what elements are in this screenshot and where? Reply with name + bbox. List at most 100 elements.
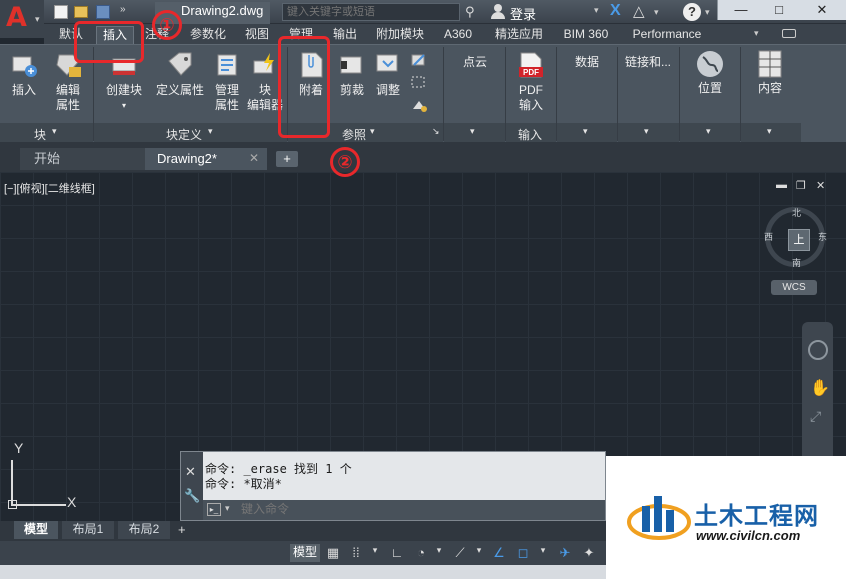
compass-north[interactable]: 北 bbox=[792, 206, 801, 219]
chevron-down-icon: ▾ bbox=[35, 14, 40, 24]
tab-a360[interactable]: A360 bbox=[438, 26, 478, 44]
viewcube[interactable]: 上 北 南 东 西 bbox=[764, 206, 827, 269]
pdf-import-button[interactable]: PDF PDF 输入 bbox=[510, 51, 552, 113]
new-tab-button[interactable]: + bbox=[276, 151, 298, 167]
chevron-down-icon[interactable]: ▾ bbox=[225, 503, 230, 514]
chevron-down-icon[interactable]: ▾ bbox=[538, 545, 548, 561]
minimize-button[interactable]: — bbox=[726, 0, 756, 20]
point-cloud-panel-button[interactable]: 点云 bbox=[455, 55, 495, 70]
link-extract-panel-button[interactable]: 链接和... bbox=[620, 55, 676, 70]
command-input[interactable] bbox=[241, 502, 541, 516]
snap-icon[interactable]: ⁞⁞ bbox=[346, 545, 366, 561]
annotation-scale-icon[interactable]: ✈ bbox=[556, 545, 574, 561]
login-link[interactable]: 登录 bbox=[510, 4, 536, 23]
content-button[interactable]: 内容 bbox=[750, 49, 790, 96]
adjust-button[interactable]: 调整 bbox=[370, 51, 406, 98]
clip-button[interactable]: 剪裁 bbox=[334, 51, 370, 98]
tab-model[interactable]: 模型 bbox=[14, 521, 58, 539]
tab-output[interactable]: 输出 bbox=[330, 26, 360, 44]
tab-bim360[interactable]: BIM 360 bbox=[556, 26, 616, 44]
viewcube-top-face[interactable]: 上 bbox=[788, 229, 810, 251]
manage-attribute-button[interactable]: 管理 属性 bbox=[210, 51, 244, 113]
tab-performance[interactable]: Performance bbox=[626, 26, 708, 44]
chevron-down-icon[interactable]: ▾ bbox=[370, 545, 380, 561]
chevron-down-icon: ▾ bbox=[706, 126, 711, 136]
restore-button[interactable]: □ bbox=[764, 0, 794, 20]
user-icon[interactable] bbox=[491, 4, 505, 20]
tab-featured-apps[interactable]: 精选应用 bbox=[490, 26, 548, 44]
ribbon-options-icon[interactable] bbox=[782, 29, 796, 38]
application-menu-button[interactable]: A ▾ bbox=[0, 0, 44, 38]
ortho-icon[interactable]: ∟ bbox=[388, 545, 406, 561]
import-panel-title[interactable]: 输入 bbox=[506, 123, 556, 143]
close-viewport-icon[interactable]: ✕ bbox=[816, 179, 825, 192]
open-file-icon[interactable] bbox=[74, 6, 88, 18]
define-attribute-button[interactable]: 定义属性 bbox=[152, 51, 208, 98]
tab-layout1[interactable]: 布局1 bbox=[62, 521, 114, 539]
frame-variable-icon[interactable] bbox=[410, 75, 428, 91]
close-icon[interactable]: ✕ bbox=[249, 148, 259, 169]
wcs-menu[interactable]: WCS bbox=[771, 280, 817, 295]
help-icon[interactable]: ? bbox=[683, 3, 701, 21]
zoom-extents-icon[interactable]: ⤢ bbox=[810, 408, 821, 425]
content-panel-title[interactable]: ▾ bbox=[741, 123, 801, 143]
quick-access-more-icon[interactable]: » bbox=[120, 4, 130, 18]
chevron-down-icon[interactable]: ▾ bbox=[705, 7, 710, 18]
snap-underlay-icon[interactable] bbox=[410, 97, 428, 113]
tab-addins[interactable]: 附加模块 bbox=[372, 26, 428, 44]
file-tabs: 开始 Drawing2* ✕ + bbox=[0, 142, 846, 172]
viewport-controls[interactable]: [−][俯视][二维线框] bbox=[4, 180, 95, 196]
tab-drawing2[interactable]: Drawing2* ✕ bbox=[145, 148, 267, 170]
restore-viewport-icon[interactable]: ❐ bbox=[796, 179, 806, 192]
location-panel-title[interactable]: ▾ bbox=[680, 123, 740, 143]
chevron-down-icon[interactable]: ▾ bbox=[654, 7, 659, 18]
underlay-layers-icon[interactable] bbox=[410, 53, 428, 69]
block-definition-panel-title[interactable]: 块定义 ▾ bbox=[94, 123, 287, 143]
tab-view[interactable]: 视图 bbox=[242, 26, 272, 44]
close-icon[interactable]: ✕ bbox=[185, 464, 196, 480]
tab-layout2[interactable]: 布局2 bbox=[118, 521, 170, 539]
link-panel-title[interactable]: ▾ bbox=[618, 123, 679, 143]
search-input[interactable] bbox=[282, 3, 460, 21]
command-prompt-icon[interactable]: ▸_ bbox=[207, 503, 221, 516]
polar-tracking-icon[interactable]: ◔ bbox=[412, 545, 430, 561]
minimize-viewport-icon[interactable]: ▬ bbox=[776, 179, 787, 191]
compass-west[interactable]: 西 bbox=[764, 230, 773, 243]
chevron-down-icon[interactable]: ▾ bbox=[594, 5, 599, 16]
model-space-button[interactable]: 模型 bbox=[290, 544, 320, 562]
grid-icon[interactable]: ▦ bbox=[324, 545, 342, 561]
a360-icon[interactable]: △ bbox=[633, 2, 645, 20]
manage-attr-label-line1: 管理 bbox=[214, 83, 239, 97]
new-file-icon[interactable] bbox=[54, 5, 68, 19]
object-snap-icon[interactable]: ◻ bbox=[514, 545, 532, 561]
design-center-icon bbox=[755, 49, 785, 78]
binoculars-icon[interactable]: ⚲ bbox=[465, 4, 483, 20]
workspace-icon[interactable]: ✦ bbox=[580, 545, 598, 561]
point-cloud-panel-title[interactable]: ▾ bbox=[444, 123, 505, 143]
data-panel-button[interactable]: 数据 bbox=[565, 55, 609, 70]
block-def-panel-title-label: 块定义 bbox=[166, 128, 203, 142]
block-panel-title[interactable]: 块 ▾ bbox=[0, 123, 93, 143]
steering-wheel-icon[interactable] bbox=[808, 340, 828, 360]
tab-start[interactable]: 开始 bbox=[20, 148, 145, 170]
compass-south[interactable]: 南 bbox=[792, 256, 801, 269]
location-button[interactable]: 位置 bbox=[690, 49, 730, 96]
exchange-apps-icon[interactable]: X bbox=[610, 2, 621, 20]
compass-east[interactable]: 东 bbox=[818, 230, 827, 243]
pan-hand-icon[interactable]: ✋ bbox=[810, 378, 830, 398]
insert-block-button[interactable]: 插入 bbox=[4, 51, 44, 98]
command-line-handle[interactable]: ✕ 🔧 bbox=[181, 452, 203, 520]
save-icon[interactable] bbox=[96, 5, 110, 19]
data-panel-title[interactable]: ▾ bbox=[557, 123, 617, 143]
object-snap-tracking-icon[interactable]: ∠ bbox=[490, 545, 508, 561]
tab-parametric[interactable]: 参数化 bbox=[186, 26, 230, 44]
isodraft-icon[interactable]: ⟋ bbox=[450, 545, 470, 561]
chevron-down-icon[interactable]: ▾ bbox=[754, 28, 759, 39]
close-button[interactable]: ✕ bbox=[802, 0, 842, 20]
command-line-window: ✕ 🔧 命令: _erase 找到 1 个 命令: *取消* ▸_ ▾ bbox=[180, 451, 606, 521]
add-layout-button[interactable]: + bbox=[178, 522, 186, 537]
wrench-icon[interactable]: 🔧 bbox=[184, 488, 200, 504]
chevron-down-icon[interactable]: ▾ bbox=[474, 545, 484, 561]
command-history: 命令: _erase 找到 1 个 命令: *取消* bbox=[203, 452, 605, 500]
chevron-down-icon[interactable]: ▾ bbox=[434, 545, 444, 561]
